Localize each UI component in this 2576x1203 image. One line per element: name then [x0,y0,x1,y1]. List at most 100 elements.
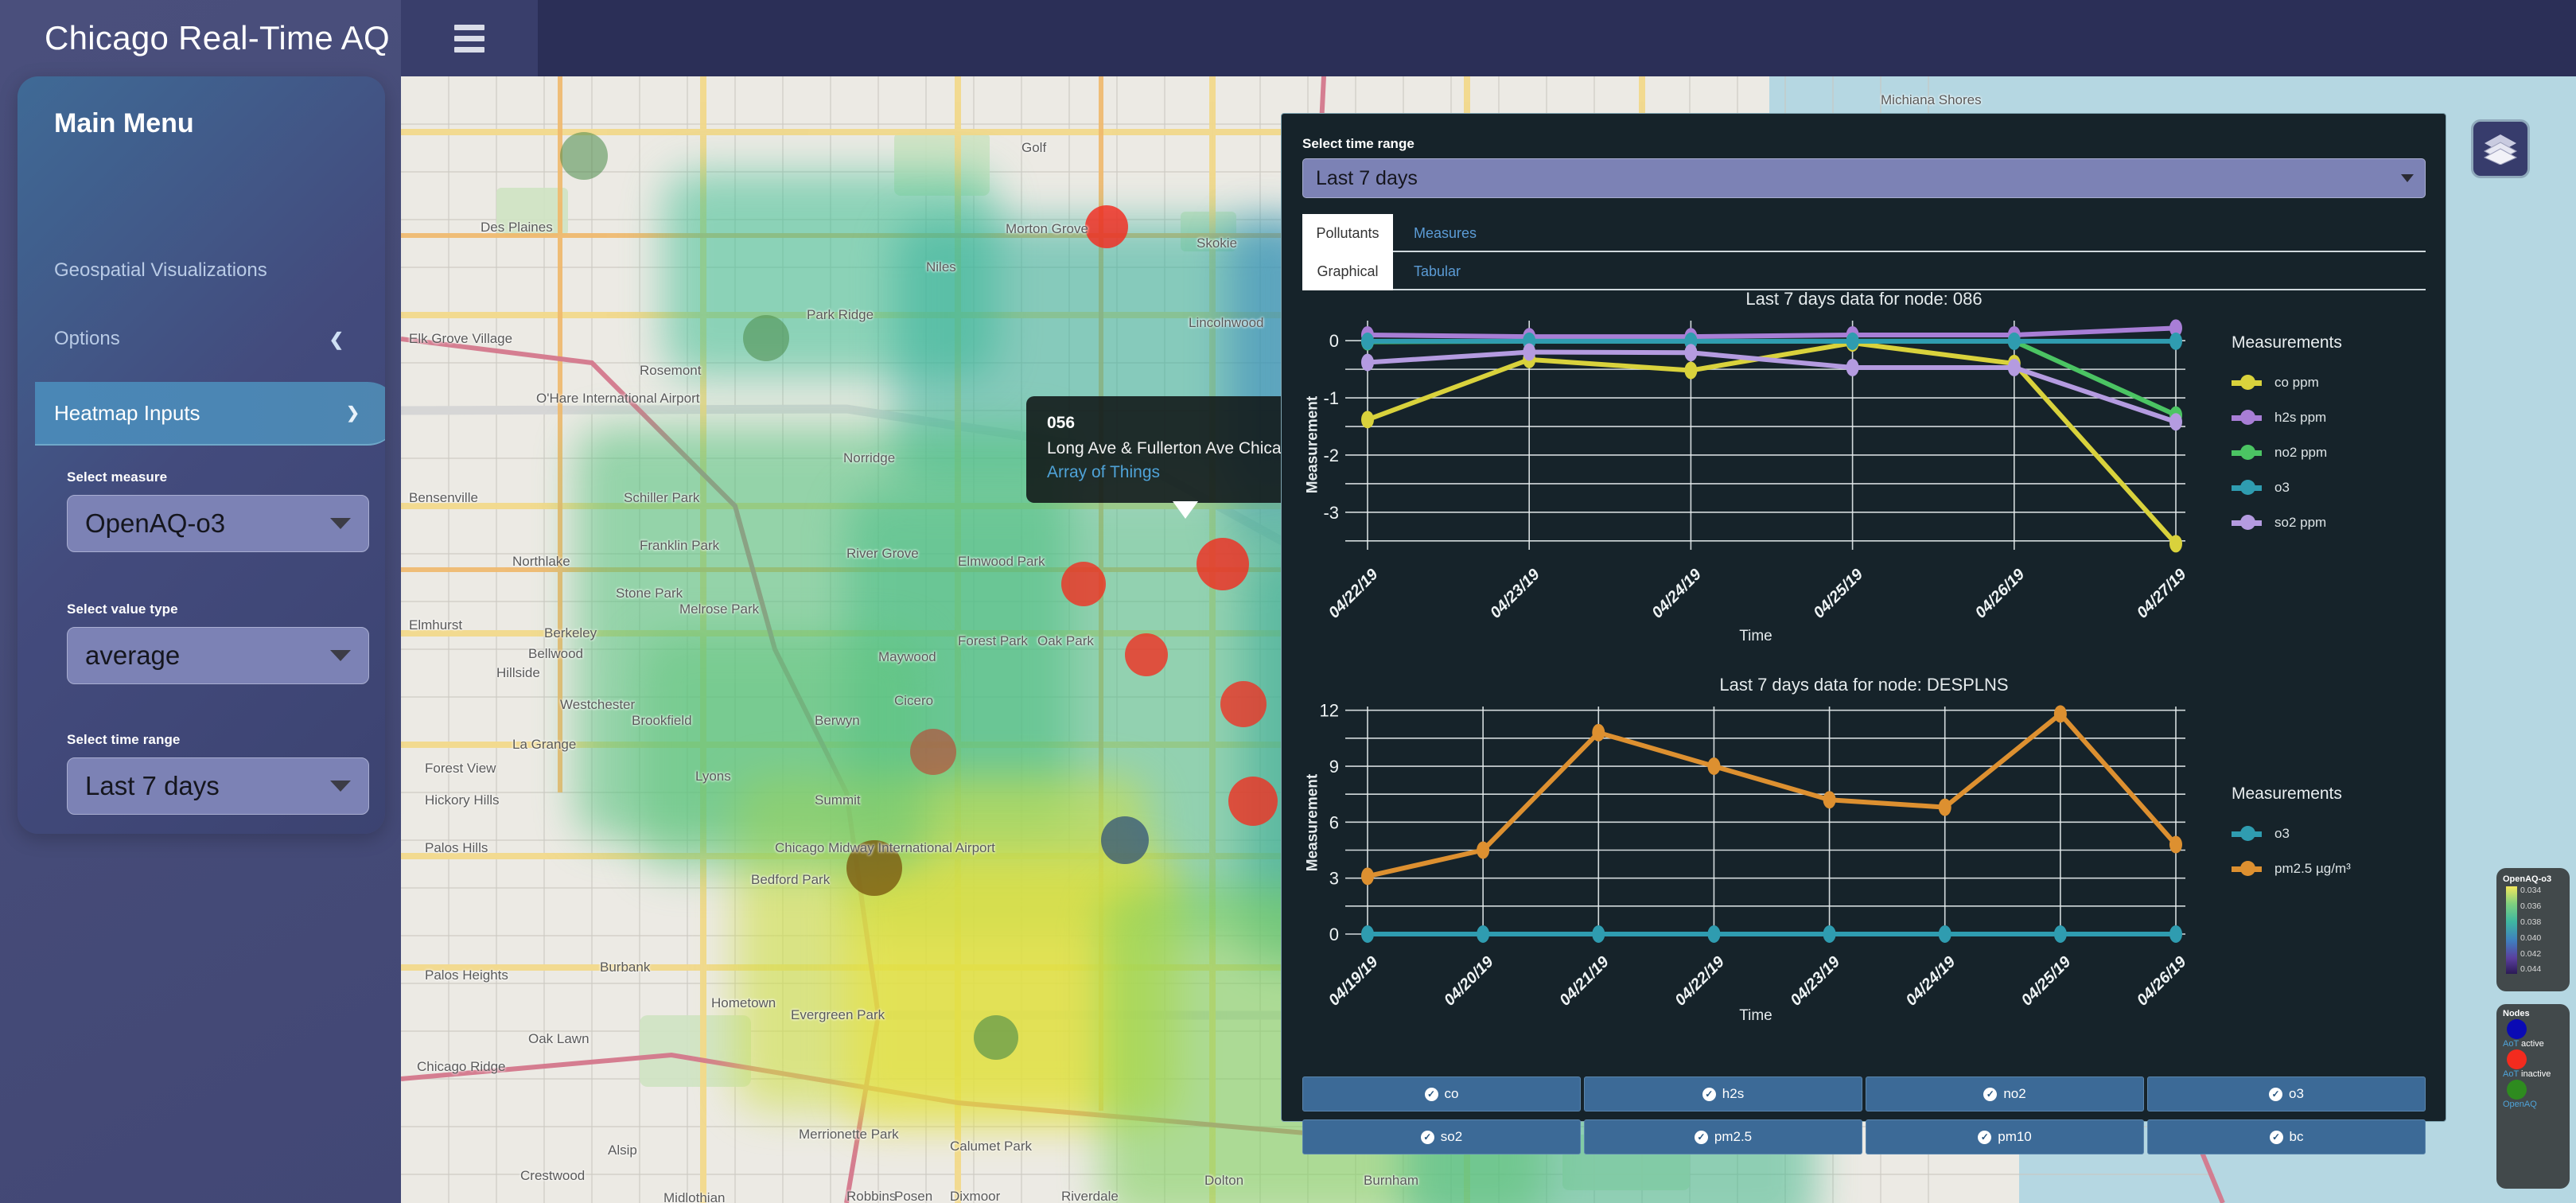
hamburger-bar [454,24,484,30]
chart-legend-2: Measurements o3 pm2.5 µg/m³ [2232,784,2351,886]
map-label: Crestwood [520,1168,586,1183]
node-marker-openaq[interactable] [974,1015,1018,1060]
legend-swatch [2232,826,2262,841]
node-marker-aot-active[interactable] [1101,816,1149,864]
app-root: Chicago Real-Time AQ Main Menu Geospatia… [0,0,2576,1203]
svg-text:04/24/19: 04/24/19 [1903,952,1959,1006]
pollutant-toggle-o3[interactable]: ✓ o3 [2147,1076,2426,1112]
tab-graphical[interactable]: Graphical [1302,252,1393,290]
map-label: Skokie [1197,236,1238,251]
select-measure-dropdown[interactable]: OpenAQ-o3 [67,495,369,552]
colorbar-tick: 0.036 [2520,901,2542,911]
chart-title: Last 7 days data for node: DESPLNS [1719,675,2009,695]
pollutant-toggle-label: so2 [1440,1129,1463,1144]
map-label: Chicago Midway International Airport [775,840,995,855]
layers-icon[interactable] [2471,119,2530,178]
pollutant-toggle-pm10[interactable]: ✓ pm10 [1866,1119,2144,1154]
pollutant-toggle-so2[interactable]: ✓ so2 [1302,1119,1581,1154]
node-marker-aot-inactive[interactable] [1220,681,1267,727]
map-label: Bensenville [409,490,478,505]
select-value-type-value: average [85,640,181,670]
pollutant-toggle-no2[interactable]: ✓ no2 [1866,1076,2144,1112]
chart-x-axis-label: Time [1739,1007,1772,1024]
legend-label: pm2.5 µg/m³ [2274,861,2351,876]
legend-item[interactable]: o3 [2232,470,2342,505]
menu-title: Main Menu [54,108,194,138]
tab-measures[interactable]: Measures [1414,214,1477,252]
node-marker-aot-inactive[interactable] [1061,562,1106,606]
sidebar-item-geospatial-visualizations[interactable]: Geospatial Visualizations [54,259,267,282]
pollutant-toggle-bc[interactable]: ✓ bc [2147,1119,2426,1154]
nodes-legend-item-openaq: OpenAQ [2503,1080,2570,1109]
map-label: Elmwood Park [958,554,1045,569]
select-value-type-field: Select value type average [67,602,369,684]
sidebar-item-options[interactable]: Options [54,328,120,350]
legend-item[interactable]: co ppm [2232,365,2342,400]
legend-marker-dot [2240,861,2255,876]
chart-node-086: Last 7 days data for node: 086 Measureme… [1302,289,2426,679]
svg-text:9: 9 [1329,757,1339,777]
nodes-legend-item-aot-active: AoT active [2503,1019,2570,1049]
node-marker-aot-inactive[interactable] [1228,777,1278,826]
node-marker-openaq[interactable] [743,315,789,361]
select-time-range-dropdown[interactable]: Last 7 days [67,757,369,815]
map-label: Stone Park [616,586,683,601]
legend-title: Measurements [2232,333,2342,352]
colorbar-tick: 0.040 [2520,932,2542,943]
node-marker-aot-inactive[interactable] [1197,538,1249,590]
node-marker-aot-inactive[interactable] [1125,633,1168,676]
map-label: Golf [1021,140,1047,155]
svg-text:04/23/19: 04/23/19 [1487,565,1543,621]
map-label: Park Ridge [807,307,874,322]
map-label: Palos Hills [425,840,488,855]
map-label: Des Plaines [481,220,553,235]
pollutant-toggle-h2s[interactable]: ✓ h2s [1584,1076,1862,1112]
map-label: Merrionette Park [799,1127,899,1142]
map-label: Berkeley [544,625,597,640]
legend-item[interactable]: pm2.5 µg/m³ [2232,851,2351,886]
map-label: Lyons [695,769,731,784]
pollutant-toggle-pm2.5[interactable]: ✓ pm2.5 [1584,1119,1862,1154]
chart-x-axis-label: Time [1739,628,1772,644]
tab-pollutants[interactable]: Pollutants [1302,214,1393,252]
svg-text:04/24/19: 04/24/19 [1648,565,1705,621]
openaq-dot [2507,1080,2527,1100]
map-label: Robbins [846,1189,897,1203]
colorbar-ticks: 0.034 0.036 0.038 0.040 0.042 0.044 [2520,886,2541,974]
tab-row-pollutants-measures: Pollutants Measures [1302,214,2426,252]
pollutant-toggle-co[interactable]: ✓ co [1302,1076,1581,1112]
map-label: River Grove [846,546,919,561]
node-marker-aot-inactive[interactable] [910,729,956,775]
select-value-type-label: Select value type [67,602,178,617]
legend-swatch [2232,445,2262,460]
legend-title: Measurements [2232,784,2342,803]
hamburger-bar [454,46,484,53]
legend-swatch [2232,515,2262,530]
select-value-type-dropdown[interactable]: average [67,627,369,684]
legend-item[interactable]: o3 [2232,816,2351,851]
legend-item[interactable]: h2s ppm [2232,400,2342,435]
nodes-legend-title: Nodes [2503,1009,2530,1018]
map-label: Elk Grove Village [409,331,513,346]
map-label: La Grange [512,737,577,752]
map-label: Hillside [496,665,540,680]
map-label: Forest Park [958,633,1028,648]
hamburger-icon[interactable] [401,0,538,76]
legend-marker-dot [2240,445,2255,460]
chevron-left-icon[interactable]: ❮ [329,329,344,350]
popup-pointer [1173,501,1198,519]
legend-item[interactable]: no2 ppm [2232,435,2342,470]
sidebar-item-heatmap-inputs[interactable]: Heatmap Inputs ❯ [35,382,385,446]
colorbar-tick: 0.034 [2520,886,2542,895]
map-label: Chicago Ridge [417,1059,506,1074]
svg-text:04/25/19: 04/25/19 [2018,952,2075,1006]
select-time-range-value: Last 7 days [85,771,220,800]
check-icon: ✓ [1978,1130,1992,1144]
node-marker-aot-inactive[interactable] [1085,205,1128,248]
nodes-legend-item-aot-inactive: AoT inactive [2503,1049,2570,1079]
chart-time-range-dropdown[interactable]: Last 7 days [1302,158,2426,198]
node-marker-openaq[interactable] [560,132,608,180]
tab-tabular[interactable]: Tabular [1414,252,1461,290]
legend-item[interactable]: so2 ppm [2232,505,2342,540]
map-label: Oak Lawn [528,1031,590,1046]
